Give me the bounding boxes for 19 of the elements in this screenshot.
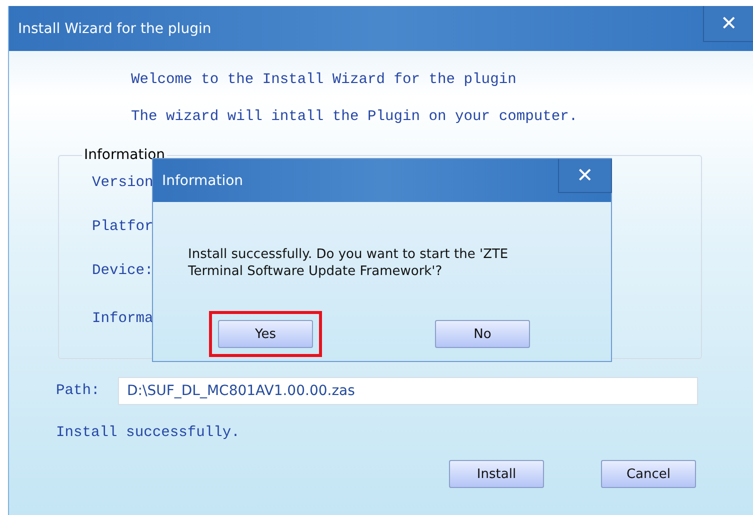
yes-button[interactable]: Yes [218,320,313,348]
field-label: Informa [92,311,154,327]
field-label: Platfor [92,219,154,235]
field-label: Device: [92,263,154,279]
dialog-message: Install successfully. Do you want to start the 'ZTE Terminal Software Update Framework'? [188,246,510,280]
install-button[interactable]: Install [449,460,544,488]
intro-text: The wizard will intall the Plugin on your computer. [131,109,579,125]
no-button[interactable]: No [435,320,530,348]
intro-text: Welcome to the Install Wizard for the plugin [131,72,518,88]
path-field[interactable]: D:\SUF_DL_MC801AV1.00.00.zas [118,377,698,405]
window-title: Install Wizard for the plugin [17,20,212,36]
status-text: Install successfully. [56,425,241,441]
close-button[interactable]: ✕ [558,159,612,193]
path-label: Path: [56,383,101,399]
cancel-button[interactable]: Cancel [601,460,696,488]
dialog-title: Information [161,172,244,188]
close-button[interactable]: ✕ [703,6,753,42]
group-title: Information [83,147,166,163]
field-label: Version [92,175,154,191]
